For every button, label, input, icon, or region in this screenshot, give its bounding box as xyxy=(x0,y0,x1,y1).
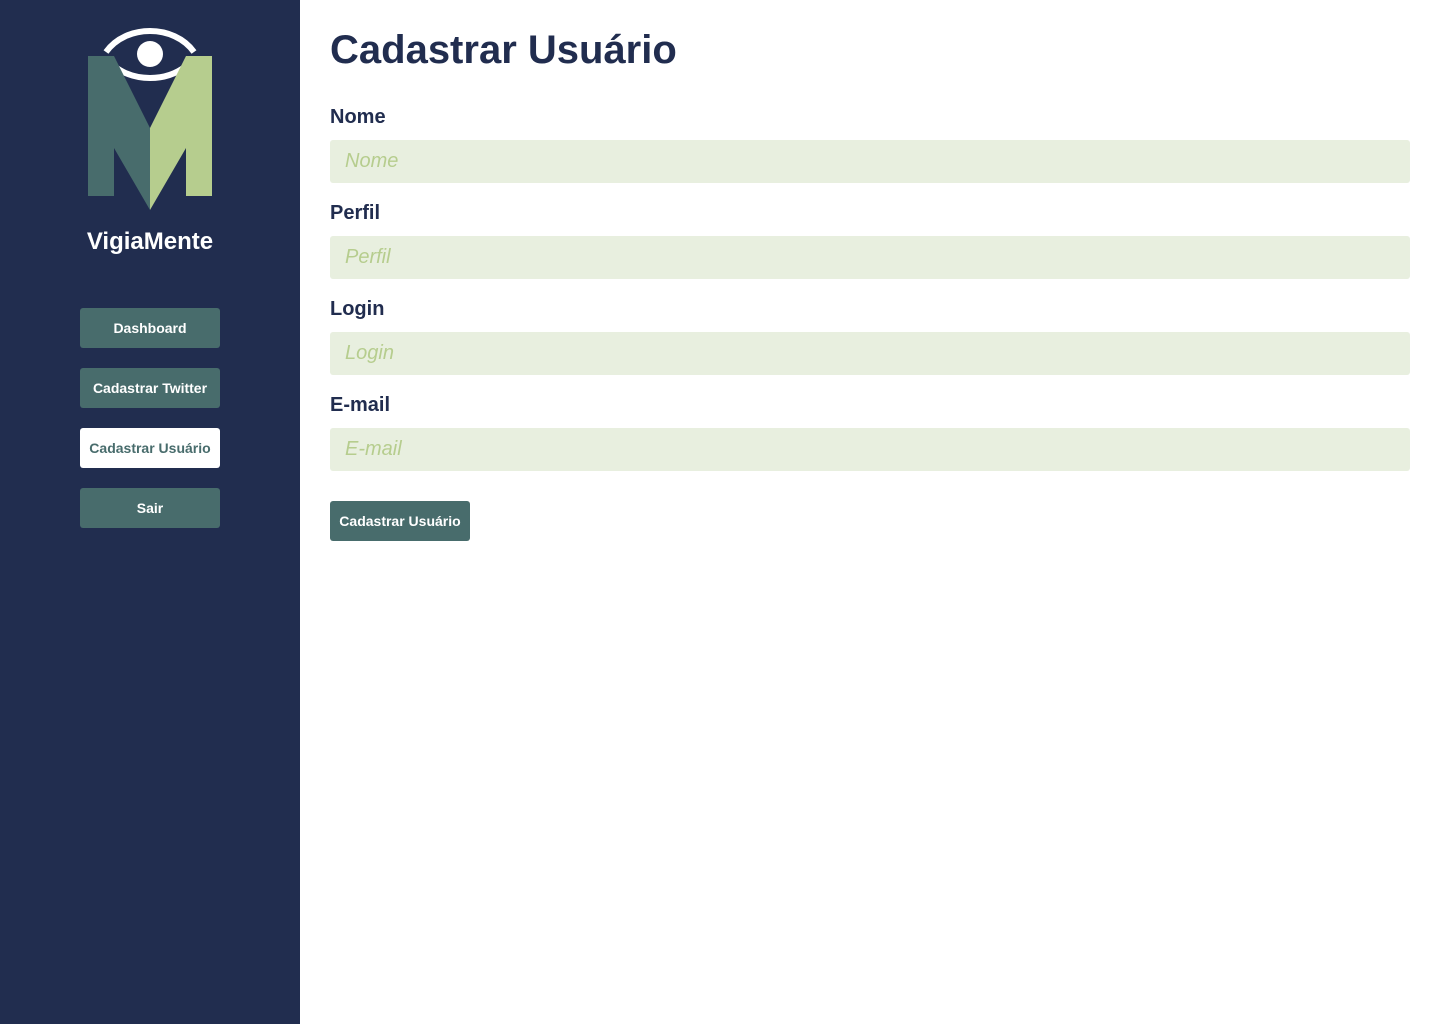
sidebar: VigiaMente Dashboard Cadastrar Twitter C… xyxy=(0,0,300,1024)
eye-m-logo-icon xyxy=(84,28,216,214)
brand-name: VigiaMente xyxy=(86,228,214,255)
page-title: Cadastrar Usuário xyxy=(330,28,677,72)
email-label: E-mail xyxy=(330,394,391,416)
perfil-label: Perfil xyxy=(330,202,381,224)
login-label: Login xyxy=(330,298,385,320)
sidebar-item-cadastrar-twitter[interactable]: Cadastrar Twitter xyxy=(80,368,220,408)
cadastrar-usuario-button[interactable]: Cadastrar Usuário xyxy=(330,501,470,541)
nome-input[interactable] xyxy=(330,140,1410,183)
login-input[interactable] xyxy=(330,332,1410,375)
sidebar-item-cadastrar-usuario[interactable]: Cadastrar Usuário xyxy=(80,428,220,468)
email-input[interactable] xyxy=(330,428,1410,471)
nome-label: Nome xyxy=(330,106,386,128)
perfil-input[interactable] xyxy=(330,236,1410,279)
sidebar-item-dashboard[interactable]: Dashboard xyxy=(80,308,220,348)
sidebar-item-sair[interactable]: Sair xyxy=(80,488,220,528)
